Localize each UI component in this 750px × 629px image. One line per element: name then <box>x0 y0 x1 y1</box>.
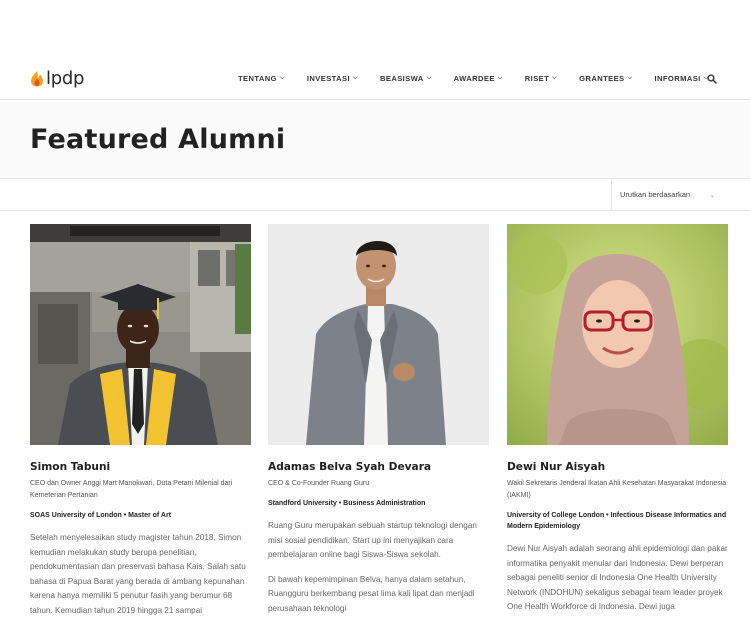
nav-label: AWARDEE <box>453 74 495 83</box>
alumni-description: Ruang Guru merupakan sebuah startup tekn… <box>268 519 489 617</box>
description-paragraph: Ruang Guru merupakan sebuah startup tekn… <box>268 521 477 560</box>
nav-item-grantees[interactable]: GRANTEES ⌵ <box>579 74 632 83</box>
alumni-name[interactable]: Dewi Nur Aisyah <box>507 461 728 474</box>
search-icon[interactable] <box>707 74 717 84</box>
alumni-role: CEO & Co-Founder Ruang Guru <box>268 480 370 487</box>
alumni-photo[interactable] <box>507 224 728 445</box>
alumni-description: Setelah menyelesaikan study magister tah… <box>30 531 251 619</box>
chevron-down-icon: ⌵ <box>279 75 285 81</box>
alumni-card-dewi-nur-aisyah[interactable]: Dewi Nur Aisyah Wakil Sekretaris Jendera… <box>507 224 728 625</box>
graduate-portrait-image <box>30 224 251 445</box>
alumni-name[interactable]: Adamas Belva Syah Devara <box>268 461 489 474</box>
page-title: Featured Alumni <box>30 124 286 155</box>
businessman-portrait-image <box>268 224 489 445</box>
woman-hijab-portrait-image <box>507 224 728 445</box>
alumni-card-simon-tabuni[interactable]: Simon Tabuni CEO dan Owner Anggi Mart Ma… <box>30 224 251 629</box>
description-paragraph: Setelah menyelesaikan study magister tah… <box>30 533 246 615</box>
sort-dropdown[interactable]: Urutkan berdasarkan ⌄ <box>611 179 727 210</box>
nav-label: GRANTEES <box>579 74 625 83</box>
alumni-role: CEO dan Owner Anggi Mart Manokwari, Duta… <box>30 480 233 499</box>
alumni-university: University of College London • Infectiou… <box>507 512 727 530</box>
flame-logo-icon <box>31 71 43 87</box>
nav-label: INFORMASI <box>654 74 701 83</box>
alumni-card-adamas-belva[interactable]: Adamas Belva Syah Devara CEO & Co-Founde… <box>268 224 489 627</box>
nav-label: INVESTASI <box>306 74 351 83</box>
nav-item-tentang[interactable]: TENTANG ⌵ <box>238 74 285 83</box>
chevron-down-icon: ⌵ <box>497 75 503 81</box>
nav-item-informasi[interactable]: INFORMASI ⌵ <box>654 74 708 83</box>
main-nav: TENTANG ⌵ INVESTASI ⌵ BEASISWA ⌵ AWARDEE ⌵ R… <box>238 74 731 83</box>
nav-item-riset[interactable]: RISET ⌵ <box>525 74 557 83</box>
alumni-role: Wakil Sekretaris Jenderal Ikatan Ahli Ke… <box>507 480 727 499</box>
nav-label: RISET <box>524 74 550 83</box>
alumni-university: SOAS University of London • Master of Ar… <box>30 512 172 519</box>
chevron-down-icon: ⌄ <box>709 191 715 199</box>
chevron-down-icon: ⌵ <box>353 75 358 81</box>
chevron-down-icon: ⌵ <box>426 75 432 81</box>
description-paragraph: Di bawah kepemimpinan Belva, hanya dalam… <box>268 574 475 613</box>
sort-bar: Urutkan berdasarkan ⌄ <box>0 178 750 211</box>
description-paragraph: Dewi Nur Aisyah adalah seorang ahli epid… <box>507 544 728 612</box>
site-header: lpdp TENTANG ⌵ INVESTASI ⌵ BEASISWA ⌵ AWARD… <box>0 0 750 100</box>
nav-item-investasi[interactable]: INVESTASI ⌵ <box>307 74 358 83</box>
chevron-down-icon: ⌵ <box>627 75 633 81</box>
lpdp-logo[interactable]: lpdp <box>30 68 84 89</box>
logo-text: lpdp <box>46 68 85 89</box>
sort-label: Urutkan berdasarkan <box>620 190 691 199</box>
alumni-description: Dewi Nur Aisyah adalah seorang ahli epid… <box>507 542 728 615</box>
alumni-photo[interactable] <box>30 224 251 445</box>
chevron-down-icon: ⌵ <box>552 75 558 81</box>
nav-item-beasiswa[interactable]: BEASISWA ⌵ <box>380 74 432 83</box>
alumni-university: Standford University • Business Administ… <box>268 500 426 507</box>
alumni-name[interactable]: Simon Tabuni <box>30 461 251 474</box>
nav-item-awardee[interactable]: AWARDEE ⌵ <box>454 74 503 83</box>
alumni-photo[interactable] <box>268 224 489 445</box>
nav-label: TENTANG <box>238 74 277 83</box>
nav-label: BEASISWA <box>379 74 424 83</box>
